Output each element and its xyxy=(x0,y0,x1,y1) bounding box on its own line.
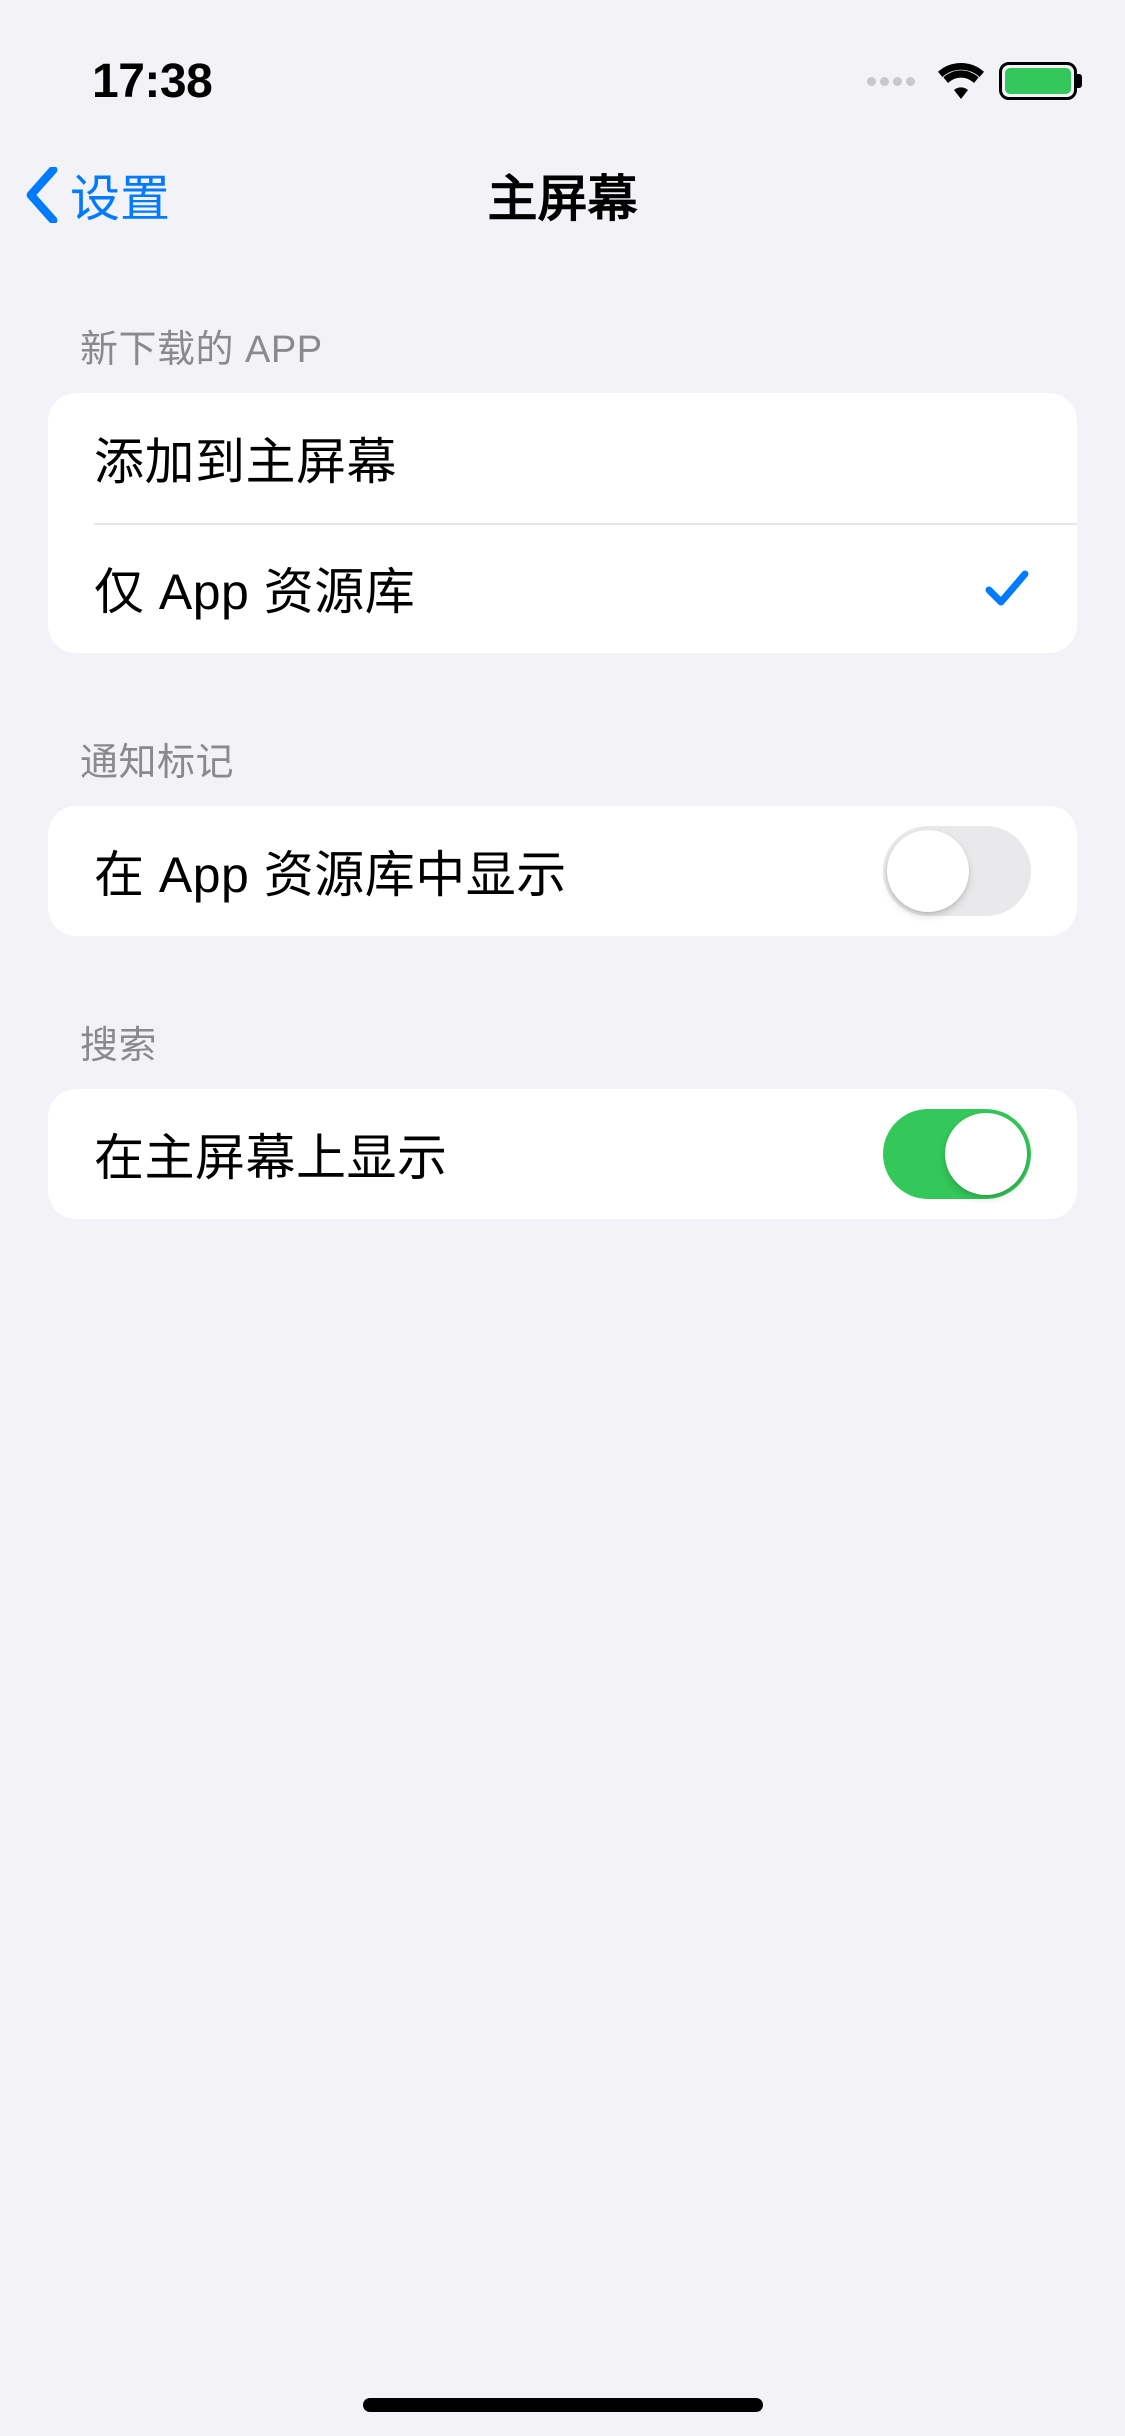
cell-label: 添加到主屏幕 xyxy=(94,422,397,494)
cell-label: 在主屏幕上显示 xyxy=(94,1118,448,1190)
section-header-search: 搜索 xyxy=(48,1014,1077,1089)
section-new-apps: 新下载的 APP 添加到主屏幕 仅 App 资源库 xyxy=(48,318,1077,653)
nav-bar: 设置 主屏幕 xyxy=(0,130,1125,260)
cell-group-new-apps: 添加到主屏幕 仅 App 资源库 xyxy=(48,393,1077,653)
cellular-signal-icon xyxy=(867,77,915,86)
home-indicator[interactable] xyxy=(363,2398,763,2412)
row-show-in-library: 在 App 资源库中显示 xyxy=(48,806,1077,936)
status-time: 17:38 xyxy=(48,54,212,109)
checkmark-icon xyxy=(983,564,1031,612)
section-header-new-apps: 新下载的 APP xyxy=(48,318,1077,393)
cell-group-search: 在主屏幕上显示 xyxy=(48,1089,1077,1219)
status-bar: 17:38 xyxy=(0,0,1125,130)
battery-icon xyxy=(999,62,1077,100)
status-right xyxy=(867,62,1077,100)
toggle-show-in-library[interactable] xyxy=(883,826,1031,916)
section-header-badges: 通知标记 xyxy=(48,731,1077,806)
section-search: 搜索 在主屏幕上显示 xyxy=(48,1014,1077,1219)
toggle-show-on-home[interactable] xyxy=(883,1109,1031,1199)
option-app-library-only[interactable]: 仅 App 资源库 xyxy=(48,523,1077,653)
back-label: 设置 xyxy=(70,159,170,231)
chevron-left-icon xyxy=(24,167,60,223)
back-button[interactable]: 设置 xyxy=(24,159,170,231)
content: 新下载的 APP 添加到主屏幕 仅 App 资源库 通知标记 在 App 资源库… xyxy=(0,318,1125,1219)
section-badges: 通知标记 在 App 资源库中显示 xyxy=(48,731,1077,936)
option-add-to-home[interactable]: 添加到主屏幕 xyxy=(48,393,1077,523)
cell-label: 在 App 资源库中显示 xyxy=(94,835,567,907)
cell-label: 仅 App 资源库 xyxy=(94,552,415,624)
wifi-icon xyxy=(937,63,985,99)
cell-group-badges: 在 App 资源库中显示 xyxy=(48,806,1077,936)
row-show-on-home: 在主屏幕上显示 xyxy=(48,1089,1077,1219)
